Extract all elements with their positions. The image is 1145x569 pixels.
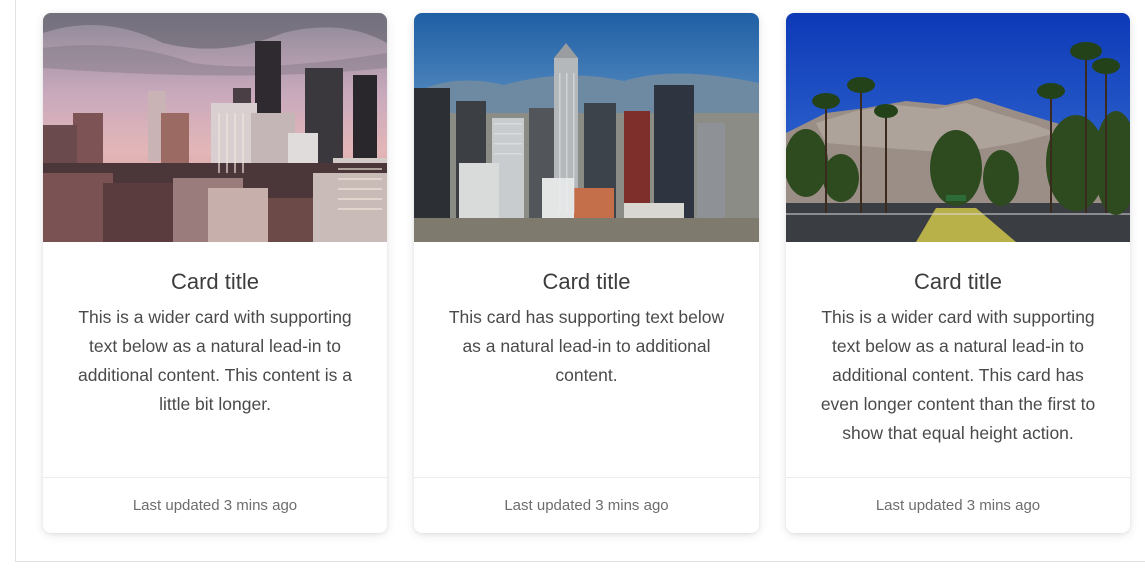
card: Card title This is a wider card with sup…	[43, 13, 387, 533]
card-body: Card title This is a wider card with sup…	[43, 242, 387, 490]
card-footer: Last updated 3 mins ago	[786, 477, 1130, 533]
card-footer: Last updated 3 mins ago	[43, 477, 387, 533]
card-image-city-dusk	[43, 13, 387, 242]
card: Card title This is a wider card with sup…	[786, 13, 1130, 533]
card-footer: Last updated 3 mins ago	[414, 477, 759, 533]
card: Card title This card has supporting text…	[414, 13, 759, 533]
card-title: Card title	[913, 269, 1003, 294]
card-image-palm-avenue	[786, 13, 1130, 242]
card-group: Card title This is a wider card with sup…	[0, 0, 1145, 569]
card-image-downtown	[414, 13, 759, 242]
card-text: This is a wider card with supporting tex…	[77, 307, 353, 414]
card-body: Card title This card has supporting text…	[414, 242, 759, 490]
card-title: Card title	[542, 269, 631, 294]
card-text: This card has supporting text below as a…	[448, 307, 725, 385]
card-text: This is a wider card with supporting tex…	[820, 307, 1096, 443]
card-body: Card title This is a wider card with sup…	[786, 242, 1130, 490]
card-title: Card title	[170, 269, 260, 294]
